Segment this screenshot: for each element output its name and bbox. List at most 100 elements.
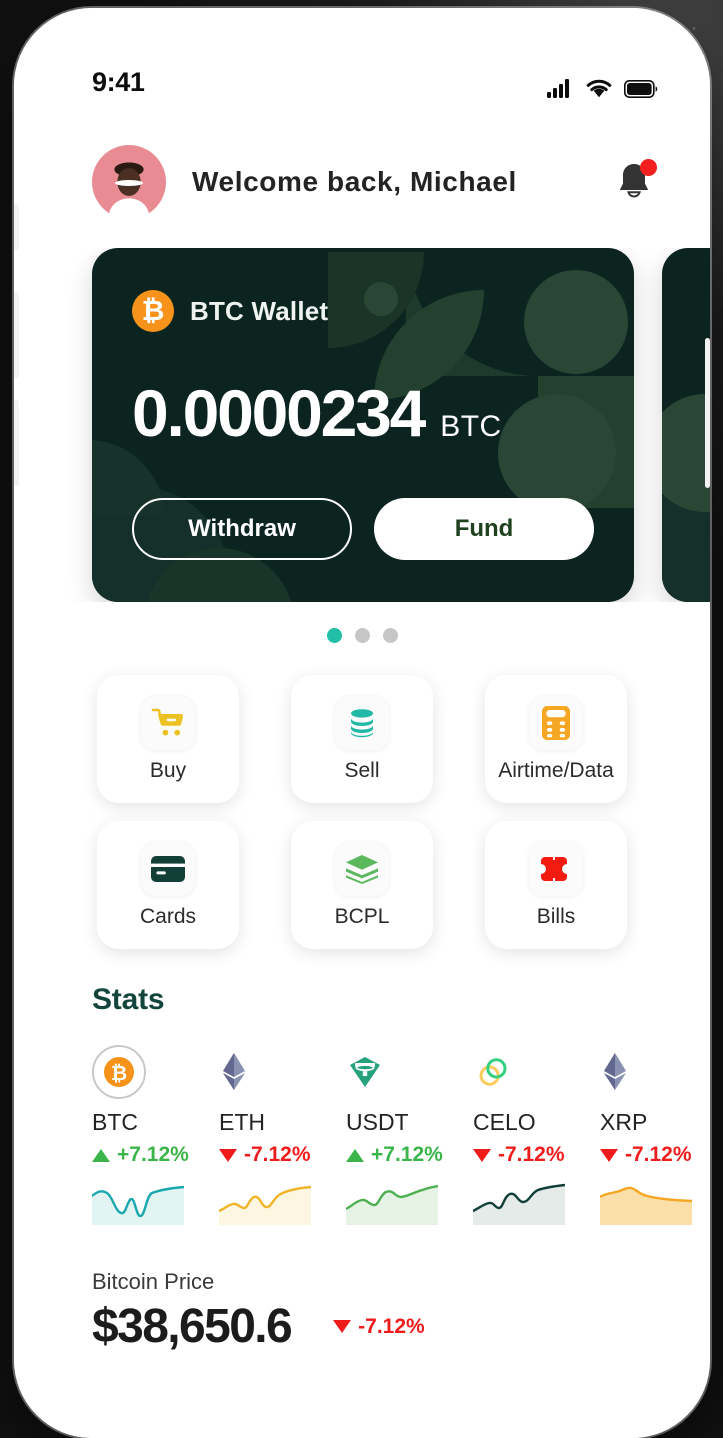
coin-stats-list[interactable]: ₿ BTC +7.12%	[14, 1045, 710, 1225]
action-tile-bcpl[interactable]: BCPL	[291, 821, 433, 949]
wifi-icon	[586, 79, 612, 98]
coin-logo	[346, 1045, 438, 1099]
wallet-card-actions: Withdraw Fund	[132, 498, 594, 560]
carousel-dot-2[interactable]	[355, 628, 370, 643]
arrow-down-icon	[219, 1149, 237, 1162]
volume-up-button[interactable]	[14, 292, 19, 378]
action-tile-airtime-data[interactable]: Airtime/Data	[485, 675, 627, 803]
calculator-icon	[528, 695, 584, 751]
price-label: Bitcoin Price	[92, 1269, 710, 1295]
price-change: -7.12%	[333, 1315, 425, 1339]
stats-heading: Stats	[92, 983, 710, 1017]
coin-change: -7.12%	[219, 1143, 311, 1167]
sparkline-chart	[219, 1179, 311, 1225]
status-bar-icons	[547, 79, 658, 98]
coin-logo-selected-ring: ₿	[92, 1045, 146, 1099]
action-tile-buy[interactable]: Buy	[97, 675, 239, 803]
page-title: Welcome back, Michael	[192, 166, 614, 198]
price-value: $38,650.6	[92, 1299, 291, 1354]
bitcoin-icon: ₿	[132, 290, 174, 332]
quick-actions-grid: Buy Sell	[14, 675, 710, 949]
coin-change: +7.12%	[92, 1143, 184, 1167]
coin-change-value: +7.12%	[117, 1143, 189, 1167]
action-tile-label: Buy	[150, 759, 186, 783]
phone-device: 9:41	[14, 8, 710, 1438]
action-tile-label: Airtime/Data	[498, 759, 614, 783]
coin-change: -7.12%	[600, 1143, 692, 1167]
arrow-down-icon	[600, 1149, 618, 1162]
svg-text:₿: ₿	[111, 1061, 127, 1085]
status-bar: 9:41	[14, 8, 710, 116]
wallet-balance: 0.0000234 BTC	[132, 380, 594, 446]
arrow-up-icon	[92, 1149, 110, 1162]
battery-full-icon	[624, 80, 658, 98]
voucher-icon	[528, 841, 584, 897]
status-bar-clock: 9:41	[92, 67, 144, 98]
coin-change-value: -7.12%	[625, 1143, 692, 1167]
bitcoin-icon: ₿	[102, 1055, 136, 1089]
carousel-dot-1[interactable]	[327, 628, 342, 643]
coin-item-xrp[interactable]: XRP -7.12%	[600, 1045, 692, 1225]
notification-button[interactable]	[614, 159, 658, 205]
power-button[interactable]	[705, 338, 710, 488]
wallet-card-next[interactable]	[662, 248, 710, 602]
shopping-cart-icon	[140, 695, 196, 751]
price-change-value: -7.12%	[358, 1315, 425, 1339]
sparkline-chart	[600, 1179, 692, 1225]
credit-card-icon	[140, 841, 196, 897]
sparkline-chart	[92, 1179, 184, 1225]
coin-item-usdt[interactable]: USDT +7.12%	[346, 1045, 438, 1225]
sparkline-chart	[346, 1179, 438, 1225]
coin-ticker: BTC	[92, 1109, 184, 1136]
app-header: Welcome back, Michael	[14, 116, 710, 226]
coin-ticker: ETH	[219, 1109, 311, 1136]
silence-switch[interactable]	[14, 204, 19, 250]
card-decoration	[662, 394, 710, 512]
coin-item-celo[interactable]: CELO -7.12%	[473, 1045, 565, 1225]
coin-change-value: -7.12%	[498, 1143, 565, 1167]
bitcoin-price-block: Bitcoin Price $38,650.6 -7.12%	[92, 1269, 710, 1354]
coin-item-eth[interactable]: ETH -7.12%	[219, 1045, 311, 1225]
fund-button[interactable]: Fund	[374, 498, 594, 560]
carousel-dot-3[interactable]	[383, 628, 398, 643]
action-tile-sell[interactable]: Sell	[291, 675, 433, 803]
action-tile-label: Sell	[344, 759, 379, 783]
coin-ticker: XRP	[600, 1109, 692, 1136]
wallet-carousel[interactable]: ₿ BTC Wallet 0.0000234 BTC Withdraw Fund	[14, 248, 710, 602]
coin-logo	[473, 1045, 565, 1099]
arrow-down-icon	[473, 1149, 491, 1162]
coin-item-btc[interactable]: ₿ BTC +7.12%	[92, 1045, 184, 1225]
coin-change: +7.12%	[346, 1143, 438, 1167]
layers-icon	[334, 841, 390, 897]
tether-icon	[348, 1055, 382, 1089]
celo-icon	[475, 1054, 511, 1090]
sparkline-chart	[473, 1179, 565, 1225]
avatar[interactable]	[92, 145, 166, 219]
balance-currency: BTC	[440, 410, 502, 444]
wallet-card-header: ₿ BTC Wallet	[132, 290, 594, 332]
coin-change-value: -7.12%	[244, 1143, 311, 1167]
action-tile-cards[interactable]: Cards	[97, 821, 239, 949]
carousel-dots[interactable]	[14, 628, 710, 643]
balance-amount: 0.0000234	[132, 380, 424, 446]
coin-logo	[219, 1045, 311, 1099]
card-decoration	[662, 486, 710, 602]
action-tile-label: Bills	[537, 905, 576, 929]
withdraw-button[interactable]: Withdraw	[132, 498, 352, 560]
coin-ticker: USDT	[346, 1109, 438, 1136]
volume-down-button[interactable]	[14, 400, 19, 486]
wallet-card-btc[interactable]: ₿ BTC Wallet 0.0000234 BTC Withdraw Fund	[92, 248, 634, 602]
action-tile-label: Cards	[140, 905, 196, 929]
action-tile-label: BCPL	[335, 905, 390, 929]
coin-stack-icon	[334, 695, 390, 751]
arrow-up-icon	[346, 1149, 364, 1162]
action-tile-bills[interactable]: Bills	[485, 821, 627, 949]
coin-logo	[600, 1045, 692, 1099]
coin-change-value: +7.12%	[371, 1143, 443, 1167]
ethereum-icon	[602, 1052, 628, 1092]
ethereum-icon	[221, 1052, 247, 1092]
signal-bars-icon	[547, 79, 574, 98]
notification-badge	[640, 159, 657, 176]
coin-change: -7.12%	[473, 1143, 565, 1167]
wallet-title: BTC Wallet	[190, 296, 328, 327]
